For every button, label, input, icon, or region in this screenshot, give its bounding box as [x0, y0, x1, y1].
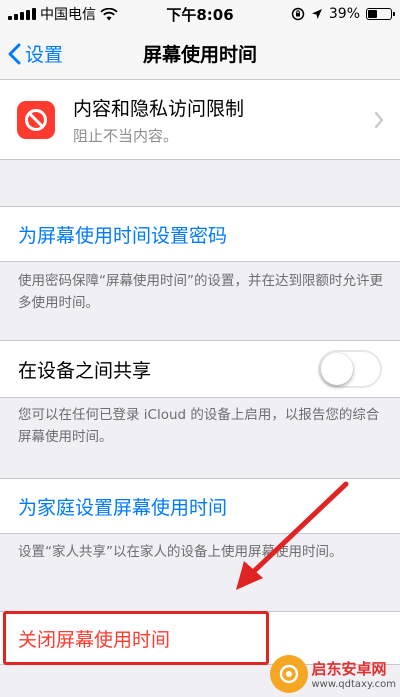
set-passcode-button[interactable]: 为屏幕使用时间设置密码 [0, 206, 400, 262]
chevron-right-icon [374, 111, 384, 128]
share-across-devices-row: 在设备之间共享 [0, 340, 400, 398]
set-up-family-button[interactable]: 为家庭设置屏幕使用时间 [0, 478, 400, 534]
share-across-devices-label: 在设备之间共享 [18, 359, 152, 382]
share-across-devices-toggle[interactable] [318, 350, 382, 388]
location-icon [311, 9, 322, 19]
passcode-footnote: 使用密码保障“屏幕使用时间”的设置，并在达到限额时允许更多使用时间。 [18, 273, 383, 311]
watermark-logo-icon [269, 655, 308, 693]
orientation-lock-icon [291, 7, 305, 21]
navigation-bar: 设置 屏幕使用时间 [0, 28, 400, 80]
status-left: 中国电信 [8, 4, 118, 24]
restrictions-app-icon [17, 100, 55, 139]
back-button-label: 设置 [25, 44, 64, 66]
watermark-url: www.qdtaxy.com [311, 679, 397, 690]
battery-percent: 39% [328, 6, 360, 22]
no-entry-icon [25, 108, 47, 131]
status-right: 39% [291, 6, 395, 22]
row-title: 内容和隐私访问限制 [73, 97, 245, 120]
carrier-name: 中国电信 [40, 7, 96, 23]
set-passcode-label: 为屏幕使用时间设置密码 [18, 224, 228, 247]
share-footnote: 您可以在任何已登录 iCloud 的设备上启用，以报告您的综合屏幕使用时间。 [18, 407, 380, 445]
row-subtitle: 阻止不当内容。 [73, 126, 179, 145]
toggle-knob [321, 353, 353, 385]
battery-icon [366, 8, 395, 20]
content-privacy-restrictions-row[interactable]: 内容和隐私访问限制 阻止不当内容。 [0, 80, 400, 160]
cellular-signal-icon [8, 8, 36, 20]
chevron-left-icon [8, 43, 21, 64]
row-text: 内容和隐私访问限制 阻止不当内容。 [73, 94, 244, 146]
battery-level [368, 10, 377, 18]
wifi-icon [100, 7, 118, 20]
family-footnote: 设置“家人共享”以在家人的设备上使用屏幕使用时间。 [18, 544, 343, 560]
set-up-family-label: 为家庭设置屏幕使用时间 [18, 496, 228, 519]
watermark-name: 启东安卓网 [311, 660, 387, 678]
watermark-text: 启东安卓网 www.qdtaxy.com [312, 658, 397, 690]
back-button[interactable]: 设置 [0, 40, 63, 67]
watermark: 启东安卓网 www.qdtaxy.com [269, 655, 397, 693]
status-bar: 中国电信 下午8:06 39% [0, 0, 400, 28]
turn-off-screen-time-label: 关闭屏幕使用时间 [18, 628, 171, 651]
